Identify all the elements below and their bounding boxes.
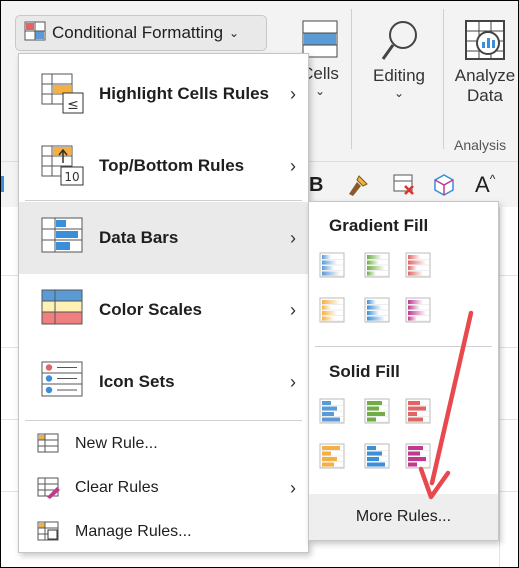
format-painter-icon[interactable] <box>345 172 371 198</box>
chevron-right-icon: › <box>290 227 296 248</box>
cell-fragment <box>1 176 10 192</box>
analyze-label-line1: Analyze <box>454 66 516 85</box>
new-rule-icon <box>37 433 59 453</box>
manage-rules-icon <box>37 521 59 541</box>
conditional-formatting-label: Conditional Formatting <box>52 23 224 42</box>
chevron-down-icon: ⌄ <box>393 86 405 100</box>
analyze-data-button[interactable]: Analyze Data <box>451 15 518 106</box>
magnifier-icon <box>381 21 417 60</box>
excel-window: Conditional Formatting ⌄ Cells ⌄ Editing… <box>0 0 519 568</box>
font-size-glyph: A <box>475 172 490 197</box>
top-bottom-rules-icon: 10 <box>41 145 84 186</box>
conditional-formatting-icon <box>24 21 46 46</box>
analysis-group-label: Analysis <box>454 137 507 153</box>
analyze-label-line2: Data <box>467 86 503 105</box>
solid-data-bar-swatch-1[interactable] <box>319 398 345 424</box>
cube-icon[interactable] <box>431 172 457 198</box>
ribbon-separator <box>443 9 444 149</box>
menu-item-label: Highlight Cells Rules <box>99 84 270 103</box>
gradient-data-bar-swatch-5[interactable] <box>364 297 390 323</box>
gradient-data-bar-swatch-1[interactable] <box>319 252 345 278</box>
menu-item-icon-sets[interactable]: Icon Sets › <box>19 346 308 418</box>
solid-data-bar-swatch-4[interactable] <box>319 443 345 469</box>
menu-item-label: Data Bars <box>99 228 179 247</box>
color-scales-icon <box>41 289 83 325</box>
gradient-data-bar-swatch-4[interactable] <box>319 297 345 323</box>
menu-item-data-bars[interactable]: Data Bars › <box>19 202 308 274</box>
menu-item-label: Top/Bottom Rules <box>99 156 245 175</box>
icon-sets-icon <box>41 361 83 397</box>
menu-item-label: Icon Sets <box>99 372 175 391</box>
clear-format-icon[interactable] <box>391 172 417 198</box>
svg-text:≤: ≤ <box>67 97 79 113</box>
highlight-cells-rules-icon: ≤ <box>41 73 84 114</box>
clear-rules-icon <box>37 477 60 499</box>
editing-group-button[interactable]: Editing ⌄ <box>367 17 431 100</box>
menu-item-manage-rules[interactable]: Manage Rules... <box>19 510 308 554</box>
menu-item-color-scales[interactable]: Color Scales › <box>19 274 308 346</box>
chevron-right-icon: › <box>290 371 296 392</box>
menu-item-label: Manage Rules... <box>75 523 192 540</box>
solid-fill-header: Solid Fill <box>329 362 400 381</box>
analyze-data-icon <box>465 20 505 60</box>
gradient-data-bar-swatch-6[interactable] <box>405 297 431 323</box>
chevron-right-icon: › <box>290 299 296 320</box>
chevron-right-icon: › <box>290 155 296 176</box>
ribbon-separator <box>351 9 352 149</box>
solid-data-bar-swatch-6[interactable] <box>405 443 431 469</box>
solid-data-bar-swatch-3[interactable] <box>405 398 431 424</box>
caret-up-icon: ^ <box>489 172 496 186</box>
editing-label: Editing <box>373 66 425 85</box>
conditional-formatting-menu: ≤ Highlight Cells Rules › 10 Top/Bottom … <box>18 53 309 553</box>
font-size-button[interactable]: A^ <box>475 172 495 198</box>
gradient-fill-header: Gradient Fill <box>329 216 429 235</box>
data-bars-icon <box>41 217 83 253</box>
solid-data-bar-swatch-2[interactable] <box>364 398 390 424</box>
menu-item-clear-rules[interactable]: Clear Rules › <box>19 466 308 510</box>
gradient-data-bar-swatch-2[interactable] <box>364 252 390 278</box>
gradient-data-bar-swatch-3[interactable] <box>405 252 431 278</box>
menu-item-label: Clear Rules <box>75 479 159 496</box>
menu-item-new-rule[interactable]: New Rule... <box>19 422 308 466</box>
menu-item-top-bottom-rules[interactable]: 10 Top/Bottom Rules › <box>19 130 308 202</box>
conditional-formatting-button[interactable]: Conditional Formatting ⌄ <box>15 15 267 51</box>
data-bars-submenu: Gradient Fill Solid Fill More Rules... <box>308 201 499 541</box>
solid-data-bar-swatch-5[interactable] <box>364 443 390 469</box>
bold-button[interactable]: B <box>309 174 323 197</box>
chevron-right-icon: › <box>290 83 296 104</box>
menu-item-label: New Rule... <box>75 435 158 452</box>
more-rules-button[interactable]: More Rules... <box>309 494 498 540</box>
submenu-divider <box>315 346 492 347</box>
chevron-down-icon: ⌄ <box>229 26 240 40</box>
chevron-right-icon: › <box>290 477 296 498</box>
svg-text:10: 10 <box>64 170 79 184</box>
menu-item-highlight-cells-rules[interactable]: ≤ Highlight Cells Rules › <box>19 58 308 130</box>
grid-line <box>499 207 500 567</box>
menu-divider <box>25 200 302 201</box>
menu-divider <box>25 420 302 421</box>
menu-item-label: Color Scales <box>99 300 202 319</box>
